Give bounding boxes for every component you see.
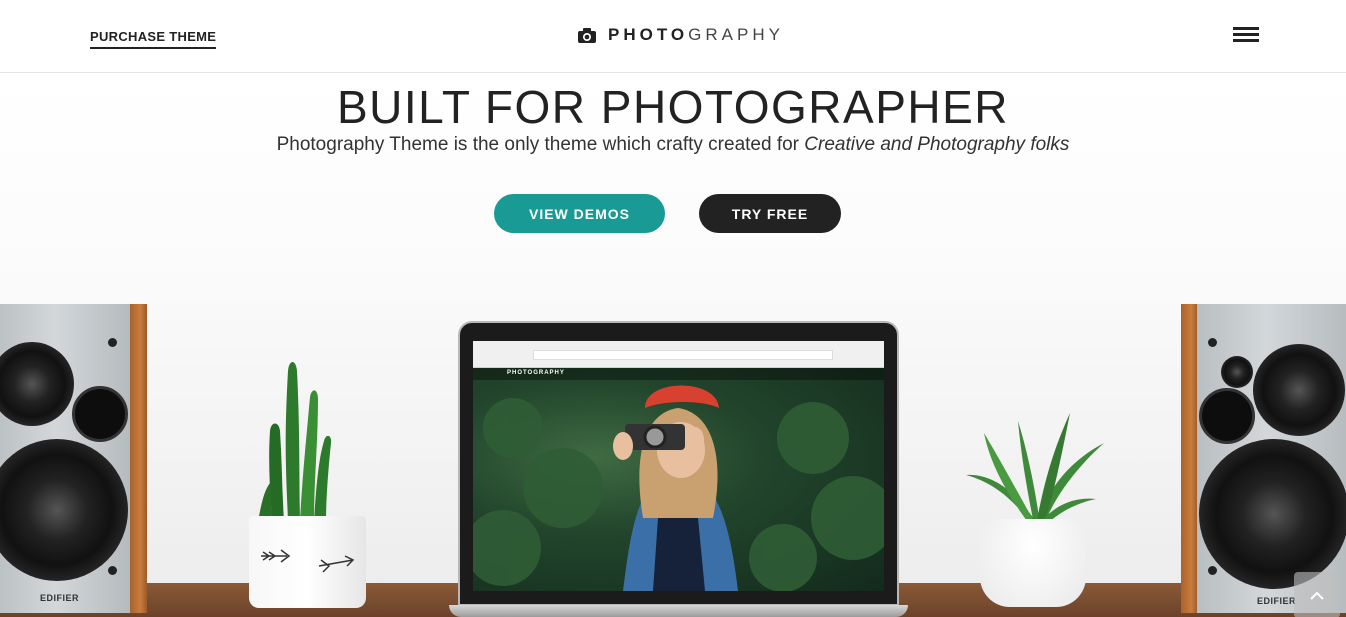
site-logo[interactable]: PHOTO GRAPHY [578,24,784,46]
speaker-brand-right: EDIFIER [1257,596,1297,606]
purchase-theme-link[interactable]: PURCHASE THEME [90,29,217,49]
cactus-plant-image [258,362,332,521]
woman-with-camera-photo [473,368,884,591]
laptop-site-nav: PHOTOGRAPHY [473,368,884,380]
hero-title: BUILT FOR PHOTOGRAPHER [337,81,1009,133]
hero-subtitle: Photography Theme is the only theme whic… [0,134,1346,156]
hero-section: BUILT FOR PHOTOGRAPHER Photography Theme… [0,73,1346,617]
logo-text-bold: PHOTO [608,25,689,44]
scroll-to-top-button[interactable] [1294,572,1340,617]
view-demos-button[interactable]: VIEW DEMOS [494,194,665,233]
laptop-screen: PHOTOGRAPHY [473,341,884,591]
hero-subtitle-emphasis: Creative and Photography folks [804,134,1070,155]
hero-subtitle-text: Photography Theme is the only theme whic… [276,134,805,155]
site-header: PURCHASE THEME PHOTO GRAPHY [0,0,1346,73]
laptop-logo-text: PHOTOGRAPHY [507,370,565,376]
right-speaker-image: EDIFIER [1181,304,1346,613]
chevron-up-icon [1310,591,1324,600]
camera-icon [578,27,596,43]
aloe-plant-image [966,413,1104,525]
white-pot-image [980,519,1086,607]
left-speaker-image: EDIFIER [0,304,147,613]
hamburger-icon[interactable] [1233,27,1259,45]
white-planter-image [249,516,366,608]
logo-text-light: GRAPHY [688,25,784,44]
browser-toolbar [473,341,884,368]
try-free-button[interactable]: TRY FREE [699,194,841,233]
speaker-brand-left: EDIFIER [40,593,80,603]
laptop-image: PHOTOGRAPHY [449,321,908,617]
laptop-base [449,605,908,617]
